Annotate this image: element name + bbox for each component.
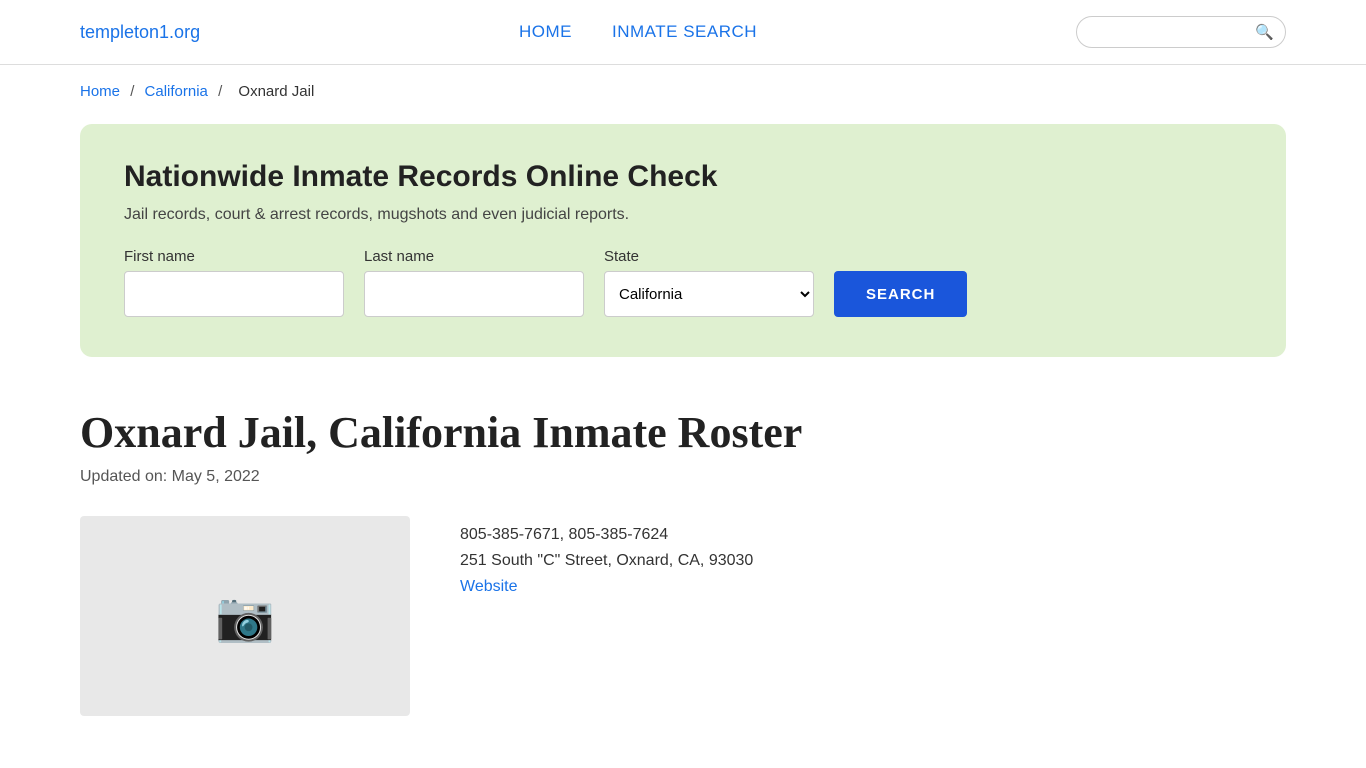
camera-icon: 📷 [215,588,275,645]
header-search-wrapper: 🔍 [1076,16,1286,48]
jail-photo: 📷 [80,516,410,716]
jail-info: 📷 805-385-7671, 805-385-7624 251 South "… [80,516,1286,716]
main-content: Oxnard Jail, California Inmate Roster Up… [0,371,1366,756]
search-form: First name Last name State California Al… [124,248,1242,317]
search-button[interactable]: SEARCH [834,271,967,317]
search-icon: 🔍 [1255,23,1274,42]
site-logo[interactable]: templeton1.org [80,22,200,43]
main-nav: HOME INMATE SEARCH [519,22,757,42]
first-name-label: First name [124,248,344,265]
first-name-group: First name [124,248,344,317]
jail-phone: 805-385-7671, 805-385-7624 [460,526,753,544]
last-name-group: Last name [364,248,584,317]
first-name-input[interactable] [124,271,344,317]
nav-inmate-search[interactable]: INMATE SEARCH [612,22,757,42]
jail-website-link[interactable]: Website [460,578,753,596]
breadcrumb-separator-1: / [130,83,134,100]
last-name-input[interactable] [364,271,584,317]
breadcrumb-home[interactable]: Home [80,83,120,100]
breadcrumb-california[interactable]: California [145,83,208,100]
jail-address: 251 South "C" Street, Oxnard, CA, 93030 [460,552,753,570]
state-group: State California Alabama Alaska Arizona … [604,248,814,317]
state-select[interactable]: California Alabama Alaska Arizona Florid… [604,271,814,317]
jail-details: 805-385-7671, 805-385-7624 251 South "C"… [460,516,753,596]
breadcrumb-separator-2: / [218,83,222,100]
page-title: Oxnard Jail, California Inmate Roster [80,407,1286,458]
nav-home[interactable]: HOME [519,22,572,42]
search-panel-description: Jail records, court & arrest records, mu… [124,206,1242,224]
last-name-label: Last name [364,248,584,265]
breadcrumb-current: Oxnard Jail [238,83,314,100]
updated-date: Updated on: May 5, 2022 [80,468,1286,486]
search-panel-title: Nationwide Inmate Records Online Check [124,160,1242,194]
search-panel: Nationwide Inmate Records Online Check J… [80,124,1286,357]
header: templeton1.org HOME INMATE SEARCH 🔍 [0,0,1366,65]
state-label: State [604,248,814,265]
breadcrumb: Home / California / Oxnard Jail [0,65,1366,110]
